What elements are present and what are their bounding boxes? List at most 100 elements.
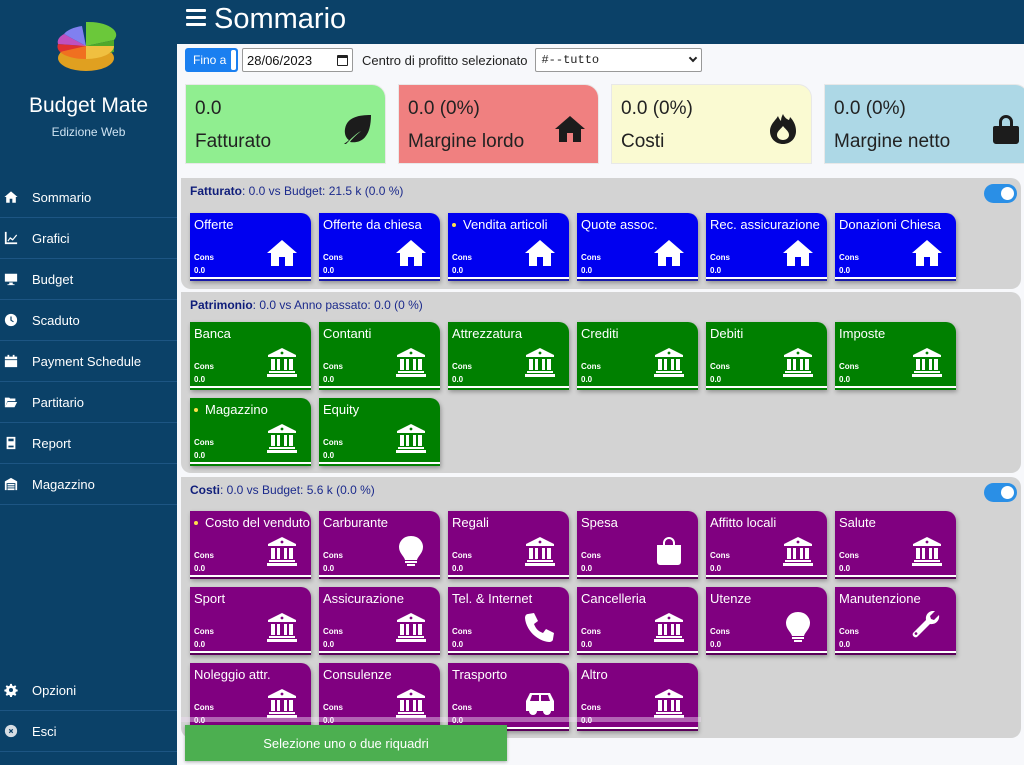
tile-carburante[interactable]: Carburante Cons 0.0: [319, 511, 440, 579]
tile-manutenzione[interactable]: Manutenzione Cons 0.0: [835, 587, 956, 655]
tile-imposte[interactable]: Imposte Cons 0.0: [835, 322, 956, 390]
tile-costo-del-venduto[interactable]: Costo del venduto Cons 0.0: [190, 511, 311, 579]
tile-offerte[interactable]: Offerte Cons 0.0: [190, 213, 311, 281]
tile-progress-stripe: [706, 651, 827, 655]
calendar-icon: [0, 354, 32, 368]
tile-progress-stripe: [835, 386, 956, 390]
tile-name: Salute: [839, 514, 956, 532]
app-name: Budget Mate: [28, 94, 149, 117]
sidebar-item-magazzino[interactable]: Magazzino: [0, 464, 177, 505]
sidebar-item-esci[interactable]: Esci: [0, 711, 177, 752]
tile-label: Banca: [194, 326, 231, 341]
tile-name: Affitto locali: [710, 514, 827, 532]
tile-label: Spesa: [581, 515, 618, 530]
panel-toggle[interactable]: [984, 483, 1017, 502]
tile-regali[interactable]: Regali Cons 0.0: [448, 511, 569, 579]
tile-banca[interactable]: Banca Cons 0.0: [190, 322, 311, 390]
tile-magazzino[interactable]: Magazzino Cons 0.0: [190, 398, 311, 466]
tile-label: Assicurazione: [323, 591, 404, 606]
kpi-margine-lordo[interactable]: 0.0 (0%) Margine lordo: [398, 84, 599, 164]
panel-title: Fatturato: [190, 184, 242, 198]
tile-salute[interactable]: Salute Cons 0.0: [835, 511, 956, 579]
panel-toggle[interactable]: [984, 184, 1017, 203]
sidebar-item-payment-schedule[interactable]: Payment Schedule: [0, 341, 177, 382]
tile-donazioni-chiesa[interactable]: Donazioni Chiesa Cons 0.0: [835, 213, 956, 281]
tile-value: 0.0: [710, 564, 722, 573]
tile-equity[interactable]: Equity Cons 0.0: [319, 398, 440, 466]
bank-icon: [265, 346, 299, 378]
tile-cons-label: Cons: [194, 362, 214, 371]
tile-rec-assicurazione[interactable]: Rec. assicurazione Cons 0.0: [706, 213, 827, 281]
tile-name: Costo del venduto: [194, 514, 311, 532]
tile-debiti[interactable]: Debiti Cons 0.0: [706, 322, 827, 390]
tile-label: Manutenzione: [839, 591, 921, 606]
sidebar-item-opzioni[interactable]: Opzioni: [0, 670, 177, 711]
status-dot: [194, 407, 198, 412]
kpi-label: Margine netto: [834, 131, 951, 152]
calendar-icon[interactable]: [337, 54, 348, 66]
home-icon: [652, 237, 686, 269]
tile-spesa[interactable]: Spesa Cons 0.0: [577, 511, 698, 579]
tile-cons-label: Cons: [581, 362, 601, 371]
kpi-margine-netto[interactable]: 0.0 (0%) Margine netto: [824, 84, 1024, 164]
tile-sport[interactable]: Sport Cons 0.0: [190, 587, 311, 655]
lightbulb-icon: [394, 535, 428, 567]
lightbulb-icon: [781, 611, 815, 643]
tile-name: Contanti: [323, 325, 440, 343]
tile-progress-stripe: [706, 386, 827, 390]
tile-name: Assicurazione: [323, 590, 440, 608]
profit-center-select[interactable]: #--tutto: [535, 48, 703, 72]
sidebar-item-sommario[interactable]: Sommario: [0, 177, 177, 218]
sidebar-item-partitario[interactable]: Partitario: [0, 382, 177, 423]
tile-cons-label: Cons: [323, 253, 343, 262]
hamburger-menu-icon[interactable]: [186, 9, 206, 27]
tile-value: 0.0: [452, 564, 464, 573]
bank-icon: [523, 346, 557, 378]
close-circle-icon: [0, 724, 32, 738]
sidebar-item-budget[interactable]: Budget: [0, 259, 177, 300]
tile-name: Crediti: [581, 325, 698, 343]
kpi-label: Fatturato: [195, 131, 272, 152]
tile-attrezzatura[interactable]: Attrezzatura Cons 0.0: [448, 322, 569, 390]
tile-cancelleria[interactable]: Cancelleria Cons 0.0: [577, 587, 698, 655]
sidebar-item-scaduto[interactable]: Scaduto: [0, 300, 177, 341]
tile-progress-stripe: [448, 575, 569, 579]
tile-label: Affitto locali: [710, 515, 777, 530]
tile-cons-label: Cons: [323, 551, 343, 560]
tile-affitto-locali[interactable]: Affitto locali Cons 0.0: [706, 511, 827, 579]
wrench-icon: [910, 611, 944, 643]
tile-assicurazione[interactable]: Assicurazione Cons 0.0: [319, 587, 440, 655]
tile-progress-stripe: [577, 575, 698, 579]
kpi-value: 0.0 (0%): [621, 98, 693, 119]
tile-crediti[interactable]: Crediti Cons 0.0: [577, 322, 698, 390]
tile-value: 0.0: [452, 640, 464, 649]
tile-cons-label: Cons: [710, 253, 730, 262]
sidebar-item-grafici[interactable]: Grafici: [0, 218, 177, 259]
sidebar-bottom-nav: Opzioni Esci: [0, 670, 177, 752]
tile-offerte-da-chiesa[interactable]: Offerte da chiesa Cons 0.0: [319, 213, 440, 281]
tile-progress-stripe: [835, 277, 956, 281]
tile-progress-stripe: [319, 651, 440, 655]
tile-quote-assoc[interactable]: Quote assoc. Cons 0.0: [577, 213, 698, 281]
panel-costi: Costi: 0.0 vs Budget: 5.6 k (0.0 %) Cost…: [181, 477, 1021, 738]
filter-bar: Fino a 28/06/2023 Centro di profitto sel…: [185, 48, 703, 72]
until-button[interactable]: Fino a: [185, 48, 238, 72]
tile-tel-internet[interactable]: Tel. & Internet Cons 0.0: [448, 587, 569, 655]
tile-name: Debiti: [710, 325, 827, 343]
date-input[interactable]: 28/06/2023: [242, 48, 353, 72]
sidebar-item-label: Grafici: [32, 230, 70, 246]
tile-name: Donazioni Chiesa: [839, 216, 956, 234]
sidebar-item-report[interactable]: Report: [0, 423, 177, 464]
panel-title: Costi: [190, 483, 220, 497]
tile-contanti[interactable]: Contanti Cons 0.0: [319, 322, 440, 390]
tile-utenze[interactable]: Utenze Cons 0.0: [706, 587, 827, 655]
home-icon: [523, 237, 557, 269]
kpi-fatturato[interactable]: 0.0 Fatturato: [185, 84, 386, 164]
tile-name: Magazzino: [194, 401, 311, 419]
tile-name: Offerte da chiesa: [323, 216, 440, 234]
tile-progress-stripe: [577, 651, 698, 655]
kpi-costi[interactable]: 0.0 (0%) Costi: [611, 84, 812, 164]
tile-value: 0.0: [323, 266, 335, 275]
tile-vendita-articoli[interactable]: Vendita articoli Cons 0.0: [448, 213, 569, 281]
tile-label: Contanti: [323, 326, 372, 341]
